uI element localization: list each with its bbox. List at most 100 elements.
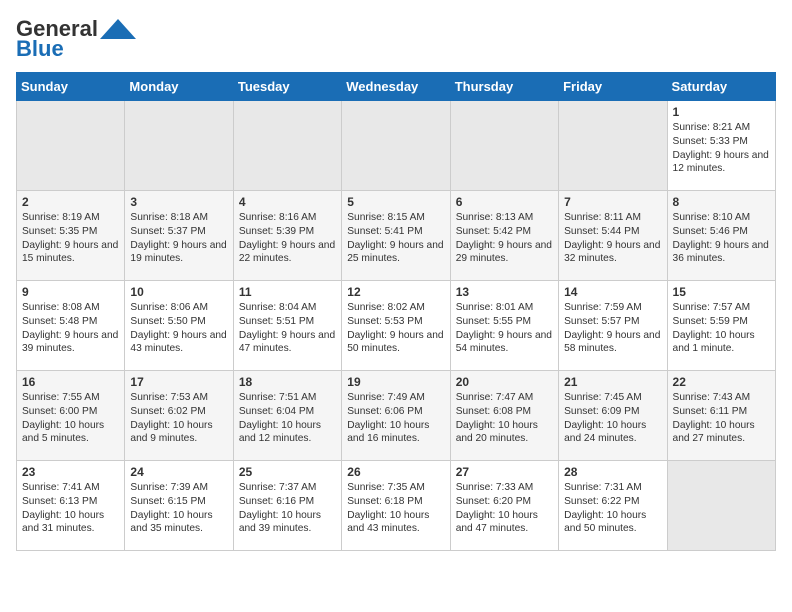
- calendar-cell: 11 Sunrise: 8:04 AM Sunset: 5:51 PM Dayli…: [233, 281, 341, 371]
- calendar-cell: 17 Sunrise: 7:53 AM Sunset: 6:02 PM Dayli…: [125, 371, 233, 461]
- day-detail: Sunrise: 8:13 AM Sunset: 5:42 PM Dayligh…: [456, 211, 553, 266]
- weekday-header-monday: Monday: [125, 73, 233, 101]
- day-detail: Sunrise: 8:02 AM Sunset: 5:53 PM Dayligh…: [347, 301, 444, 356]
- day-number: 10: [130, 285, 227, 299]
- day-detail: Sunrise: 7:47 AM Sunset: 6:08 PM Dayligh…: [456, 391, 553, 446]
- day-number: 24: [130, 465, 227, 479]
- calendar-week-row: 23 Sunrise: 7:41 AM Sunset: 6:13 PM Dayli…: [17, 461, 776, 551]
- day-number: 12: [347, 285, 444, 299]
- day-detail: Sunrise: 7:59 AM Sunset: 5:57 PM Dayligh…: [564, 301, 661, 356]
- weekday-header-friday: Friday: [559, 73, 667, 101]
- day-detail: Sunrise: 7:37 AM Sunset: 6:16 PM Dayligh…: [239, 481, 336, 536]
- logo-icon: [100, 19, 136, 39]
- logo: General Blue: [16, 16, 136, 62]
- day-number: 21: [564, 375, 661, 389]
- day-detail: Sunrise: 8:08 AM Sunset: 5:48 PM Dayligh…: [22, 301, 119, 356]
- day-detail: Sunrise: 8:16 AM Sunset: 5:39 PM Dayligh…: [239, 211, 336, 266]
- calendar-cell: 28 Sunrise: 7:31 AM Sunset: 6:22 PM Dayli…: [559, 461, 667, 551]
- day-number: 2: [22, 195, 119, 209]
- calendar-week-row: 9Sunrise: 8:08 AM Sunset: 5:48 PM Daylig…: [17, 281, 776, 371]
- day-detail: Sunrise: 8:10 AM Sunset: 5:46 PM Dayligh…: [673, 211, 770, 266]
- day-number: 13: [456, 285, 553, 299]
- calendar-cell: 5 Sunrise: 8:15 AM Sunset: 5:41 PM Daylig…: [342, 191, 450, 281]
- day-number: 6: [456, 195, 553, 209]
- day-number: 19: [347, 375, 444, 389]
- weekday-header-row: SundayMondayTuesdayWednesdayThursdayFrid…: [17, 73, 776, 101]
- day-detail: Sunrise: 7:33 AM Sunset: 6:20 PM Dayligh…: [456, 481, 553, 536]
- calendar-cell: 27 Sunrise: 7:33 AM Sunset: 6:20 PM Dayli…: [450, 461, 558, 551]
- calendar-cell: 21 Sunrise: 7:45 AM Sunset: 6:09 PM Dayli…: [559, 371, 667, 461]
- day-number: 17: [130, 375, 227, 389]
- calendar-cell: [450, 101, 558, 191]
- calendar-cell: 9Sunrise: 8:08 AM Sunset: 5:48 PM Daylig…: [17, 281, 125, 371]
- day-number: 7: [564, 195, 661, 209]
- day-number: 20: [456, 375, 553, 389]
- day-detail: Sunrise: 7:35 AM Sunset: 6:18 PM Dayligh…: [347, 481, 444, 536]
- day-number: 22: [673, 375, 770, 389]
- day-detail: Sunrise: 8:04 AM Sunset: 5:51 PM Dayligh…: [239, 301, 336, 356]
- weekday-header-wednesday: Wednesday: [342, 73, 450, 101]
- day-number: 5: [347, 195, 444, 209]
- calendar-cell: 26 Sunrise: 7:35 AM Sunset: 6:18 PM Dayli…: [342, 461, 450, 551]
- calendar-cell: 4 Sunrise: 8:16 AM Sunset: 5:39 PM Daylig…: [233, 191, 341, 281]
- calendar-cell: 8 Sunrise: 8:10 AM Sunset: 5:46 PM Daylig…: [667, 191, 775, 281]
- calendar-cell: 12 Sunrise: 8:02 AM Sunset: 5:53 PM Dayli…: [342, 281, 450, 371]
- calendar-cell: 22 Sunrise: 7:43 AM Sunset: 6:11 PM Dayli…: [667, 371, 775, 461]
- day-number: 23: [22, 465, 119, 479]
- day-number: 3: [130, 195, 227, 209]
- day-number: 25: [239, 465, 336, 479]
- calendar-cell: 3 Sunrise: 8:18 AM Sunset: 5:37 PM Daylig…: [125, 191, 233, 281]
- day-detail: Sunrise: 7:53 AM Sunset: 6:02 PM Dayligh…: [130, 391, 227, 446]
- calendar-cell: 10 Sunrise: 8:06 AM Sunset: 5:50 PM Dayli…: [125, 281, 233, 371]
- day-number: 14: [564, 285, 661, 299]
- calendar-cell: 1 Sunrise: 8:21 AM Sunset: 5:33 PM Daylig…: [667, 101, 775, 191]
- calendar-cell: 19 Sunrise: 7:49 AM Sunset: 6:06 PM Dayli…: [342, 371, 450, 461]
- calendar-cell: [125, 101, 233, 191]
- day-number: 8: [673, 195, 770, 209]
- day-detail: Sunrise: 7:39 AM Sunset: 6:15 PM Dayligh…: [130, 481, 227, 536]
- weekday-header-thursday: Thursday: [450, 73, 558, 101]
- day-detail: Sunrise: 7:49 AM Sunset: 6:06 PM Dayligh…: [347, 391, 444, 446]
- calendar-cell: 7 Sunrise: 8:11 AM Sunset: 5:44 PM Daylig…: [559, 191, 667, 281]
- day-detail: Sunrise: 8:06 AM Sunset: 5:50 PM Dayligh…: [130, 301, 227, 356]
- day-detail: Sunrise: 8:15 AM Sunset: 5:41 PM Dayligh…: [347, 211, 444, 266]
- day-detail: Sunrise: 7:57 AM Sunset: 5:59 PM Dayligh…: [673, 301, 770, 356]
- day-detail: Sunrise: 8:01 AM Sunset: 5:55 PM Dayligh…: [456, 301, 553, 356]
- day-detail: Sunrise: 7:41 AM Sunset: 6:13 PM Dayligh…: [22, 481, 119, 536]
- calendar-cell: [17, 101, 125, 191]
- day-number: 28: [564, 465, 661, 479]
- calendar-cell: [667, 461, 775, 551]
- day-number: 27: [456, 465, 553, 479]
- day-detail: Sunrise: 7:45 AM Sunset: 6:09 PM Dayligh…: [564, 391, 661, 446]
- weekday-header-sunday: Sunday: [17, 73, 125, 101]
- day-detail: Sunrise: 7:43 AM Sunset: 6:11 PM Dayligh…: [673, 391, 770, 446]
- calendar-table: SundayMondayTuesdayWednesdayThursdayFrid…: [16, 72, 776, 551]
- day-number: 1: [673, 105, 770, 119]
- day-detail: Sunrise: 8:21 AM Sunset: 5:33 PM Dayligh…: [673, 121, 770, 176]
- calendar-cell: 20 Sunrise: 7:47 AM Sunset: 6:08 PM Dayli…: [450, 371, 558, 461]
- logo-blue: Blue: [16, 36, 64, 62]
- day-detail: Sunrise: 8:18 AM Sunset: 5:37 PM Dayligh…: [130, 211, 227, 266]
- calendar-cell: 15 Sunrise: 7:57 AM Sunset: 5:59 PM Dayli…: [667, 281, 775, 371]
- day-number: 15: [673, 285, 770, 299]
- calendar-week-row: 1 Sunrise: 8:21 AM Sunset: 5:33 PM Daylig…: [17, 101, 776, 191]
- calendar-week-row: 2Sunrise: 8:19 AM Sunset: 5:35 PM Daylig…: [17, 191, 776, 281]
- page-header: General Blue: [16, 16, 776, 62]
- calendar-cell: 2Sunrise: 8:19 AM Sunset: 5:35 PM Daylig…: [17, 191, 125, 281]
- calendar-cell: 25 Sunrise: 7:37 AM Sunset: 6:16 PM Dayli…: [233, 461, 341, 551]
- day-number: 11: [239, 285, 336, 299]
- calendar-cell: [342, 101, 450, 191]
- calendar-cell: 16Sunrise: 7:55 AM Sunset: 6:00 PM Dayli…: [17, 371, 125, 461]
- day-detail: Sunrise: 8:11 AM Sunset: 5:44 PM Dayligh…: [564, 211, 661, 266]
- calendar-cell: 6 Sunrise: 8:13 AM Sunset: 5:42 PM Daylig…: [450, 191, 558, 281]
- calendar-cell: 18 Sunrise: 7:51 AM Sunset: 6:04 PM Dayli…: [233, 371, 341, 461]
- calendar-cell: 13 Sunrise: 8:01 AM Sunset: 5:55 PM Dayli…: [450, 281, 558, 371]
- day-number: 16: [22, 375, 119, 389]
- day-detail: Sunrise: 7:51 AM Sunset: 6:04 PM Dayligh…: [239, 391, 336, 446]
- day-number: 18: [239, 375, 336, 389]
- day-number: 26: [347, 465, 444, 479]
- day-number: 4: [239, 195, 336, 209]
- calendar-cell: 14 Sunrise: 7:59 AM Sunset: 5:57 PM Dayli…: [559, 281, 667, 371]
- calendar-week-row: 16Sunrise: 7:55 AM Sunset: 6:00 PM Dayli…: [17, 371, 776, 461]
- day-detail: Sunrise: 7:31 AM Sunset: 6:22 PM Dayligh…: [564, 481, 661, 536]
